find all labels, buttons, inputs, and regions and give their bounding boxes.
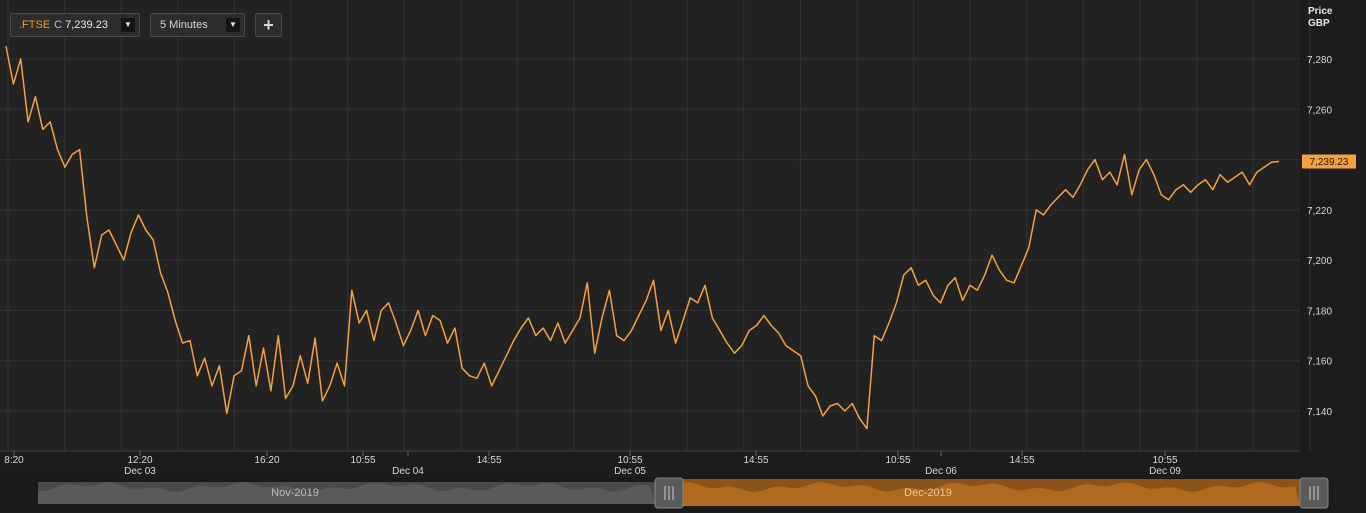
x-tick-time-label: 16:20: [254, 455, 279, 466]
instrument-selector[interactable]: .FTSE C 7,239.23 ▼: [10, 13, 140, 37]
x-tick-time-label: 12:20: [127, 455, 152, 466]
x-tick-time-label: 10:55: [1152, 455, 1177, 466]
x-tick-time-label: 14:55: [1009, 455, 1034, 466]
x-tick-date-label: Dec 03: [124, 466, 156, 477]
interval-selector[interactable]: 5 Minutes ▼: [150, 13, 245, 37]
x-axis-tick-labels: 8:20 12:20Dec 03 16:20 10:55 Dec 04 14:55 10:5…: [4, 451, 1181, 477]
chevron-down-icon[interactable]: ▼: [226, 18, 240, 32]
navigator[interactable]: Nov-2019 Dec-2019: [0, 477, 1330, 511]
y-tick-label: 7,160: [1307, 357, 1332, 368]
chevron-down-icon[interactable]: ▼: [121, 18, 135, 32]
x-tick-date-label: Dec 06: [925, 466, 957, 477]
y-tick-label: 7,200: [1307, 256, 1332, 267]
navigator-right-handle[interactable]: [1299, 477, 1329, 509]
y-tick-label: 7,280: [1307, 55, 1332, 66]
x-tick-time-label: 10:55: [350, 455, 375, 466]
navigator-right-label: Dec-2019: [904, 487, 952, 499]
plot-area: [0, 0, 1300, 451]
x-tick-date-label: Dec 04: [392, 466, 424, 477]
interval-value: 5 Minutes: [160, 19, 208, 31]
y-tick-label: 7,260: [1307, 105, 1332, 116]
x-tick-time-label: 10:55: [885, 455, 910, 466]
y-tick-label: 7,140: [1307, 407, 1332, 418]
navigator-left-handle[interactable]: [654, 477, 684, 509]
last-value-marker: 7,239.23: [1302, 154, 1356, 169]
instrument-ric: .FTSE: [19, 19, 51, 31]
x-tick-time-label: 14:55: [476, 455, 501, 466]
x-tick-time-label: 8:20: [4, 455, 24, 466]
x-tick-time-label: 10:55: [617, 455, 642, 466]
price-axis-title-line1: Price: [1308, 6, 1333, 17]
x-tick-date-label: Dec 09: [1149, 466, 1181, 477]
last-value-label: 7,239.23: [1310, 157, 1349, 168]
y-tick-label: 7,180: [1307, 306, 1332, 317]
x-tick-date-label: Dec 05: [614, 466, 646, 477]
instrument-last-price: 7,239.23: [65, 19, 108, 31]
price-axis-title: Price GBP: [1308, 6, 1332, 30]
price-chart[interactable]: 7,1407,1607,1807,2007,2207,2407,2607,280…: [0, 0, 1366, 513]
price-axis-title-line2: GBP: [1308, 18, 1330, 29]
close-prefix: C: [54, 19, 63, 31]
x-tick-time-label: 14:55: [743, 455, 768, 466]
add-series-button[interactable]: +: [255, 13, 282, 37]
navigator-left-label: Nov-2019: [271, 487, 319, 499]
y-tick-label: 7,220: [1307, 206, 1332, 217]
